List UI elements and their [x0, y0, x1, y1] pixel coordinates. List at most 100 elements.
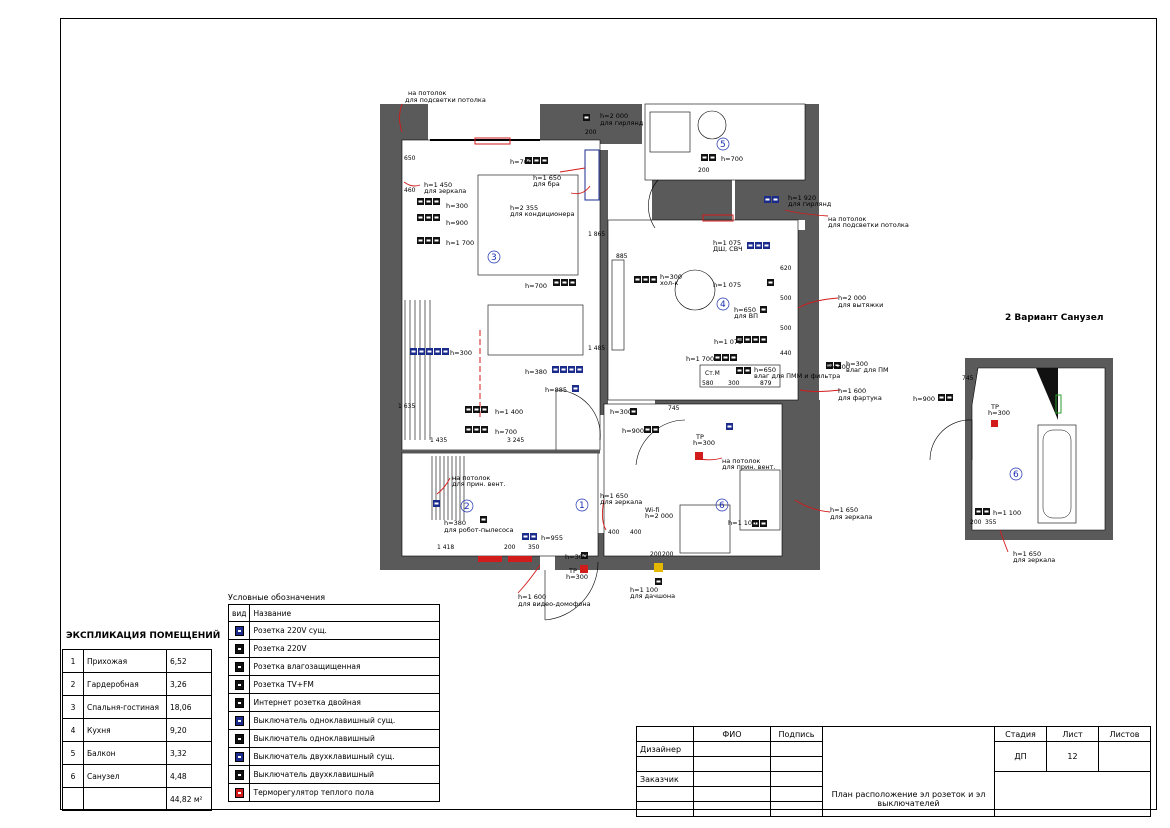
svg-text:1: 1: [579, 501, 585, 511]
svg-text:200: 200: [650, 551, 662, 558]
svg-text:1 635: 1 635: [398, 403, 415, 410]
total-area: 44,82 м²: [166, 787, 212, 811]
svg-text:200: 200: [662, 551, 674, 558]
legend-col-name: Название: [249, 604, 440, 622]
svg-text:для зеркала: для зеркала: [424, 187, 466, 195]
svg-text:1 418: 1 418: [437, 544, 454, 551]
stamp-stage-value: ДП: [994, 741, 1047, 772]
svg-text:745: 745: [962, 375, 974, 382]
svg-text:для ВП: для ВП: [734, 312, 758, 320]
svg-text:h=300: h=300: [565, 553, 587, 561]
legend-item: Терморегулятор теплого пола: [249, 783, 440, 802]
svg-text:для кондиционера: для кондиционера: [510, 210, 574, 218]
svg-text:440: 440: [780, 350, 792, 357]
svg-text:h=300: h=300: [828, 363, 850, 371]
waterproof-socket-icon: [234, 661, 244, 672]
svg-text:460: 460: [404, 187, 416, 194]
svg-text:для дачшона: для дачшона: [630, 592, 675, 600]
svg-text:для бра: для бра: [533, 180, 560, 188]
svg-text:3 245: 3 245: [507, 437, 524, 444]
svg-text:h=900: h=900: [446, 219, 468, 227]
table-row: 3 Спальня-гостиная 18,06: [62, 695, 212, 719]
table-row: 5 Балкон 3,32: [62, 741, 212, 765]
svg-text:для робот-пылесоса: для робот-пылесоса: [444, 526, 514, 534]
stamp-designer: Дизайнер: [636, 741, 694, 757]
switch-icon: [234, 733, 244, 744]
variant-bathroom: 2 Вариант Санузел 6 h=900 ТР h=300 h=1 1…: [913, 313, 1113, 564]
svg-text:хол-к: хол-к: [660, 279, 678, 287]
svg-text:h=1 700: h=1 700: [446, 239, 474, 247]
svg-text:для вытяжки: для вытяжки: [838, 301, 883, 309]
svg-text:885: 885: [616, 253, 628, 260]
svg-text:для зеркала: для зеркала: [600, 498, 642, 506]
svg-text:h=700: h=700: [495, 428, 517, 436]
stamp-sheets: Листов: [1098, 726, 1151, 742]
svg-text:355: 355: [985, 519, 997, 526]
svg-text:200: 200: [585, 129, 597, 136]
svg-text:для гирлянд: для гирлянд: [600, 119, 644, 127]
svg-text:для зеркала: для зеркала: [830, 513, 872, 521]
svg-text:для подсветки потолка: для подсветки потолка: [828, 221, 909, 229]
svg-text:h=300: h=300: [450, 349, 472, 357]
svg-text:200: 200: [970, 519, 982, 526]
svg-text:влаг для ПМ: влаг для ПМ: [846, 366, 889, 374]
svg-text:1 865: 1 865: [588, 231, 605, 238]
stamp-sheet: Лист: [1046, 726, 1099, 742]
legend-item: Розетка 220V: [249, 639, 440, 658]
svg-text:для зеркала: для зеркала: [1013, 556, 1055, 564]
svg-text:h=1 075: h=1 075: [714, 338, 742, 346]
legend-item: Розетка влагозащищенная: [249, 657, 440, 676]
svg-text:h=1 700: h=1 700: [686, 355, 714, 363]
svg-text:580: 580: [702, 380, 714, 387]
svg-text:h=300: h=300: [566, 573, 588, 581]
svg-text:6: 6: [1013, 470, 1019, 480]
svg-text:200: 200: [504, 544, 516, 551]
svg-text:h=900: h=900: [913, 395, 935, 403]
legend-item: Выключатель двухклавишный: [249, 765, 440, 784]
svg-text:для прин. вент.: для прин. вент.: [722, 463, 776, 471]
svg-text:для гирлянд: для гирлянд: [788, 200, 832, 208]
svg-text:650: 650: [404, 155, 416, 162]
table-row: 1 Прихожая 6,52: [62, 649, 212, 673]
svg-text:h=1 100: h=1 100: [728, 519, 756, 527]
svg-text:для подсветки потолка: для подсветки потолка: [405, 96, 486, 104]
svg-text:6: 6: [719, 501, 725, 511]
svg-text:h=380: h=380: [525, 368, 547, 376]
explication-title: ЭКСПЛИКАЦИЯ ПОМЕЩЕНИЙ: [66, 631, 221, 641]
svg-text:h=955: h=955: [541, 534, 563, 542]
svg-text:500: 500: [780, 325, 792, 332]
svg-text:200: 200: [698, 167, 710, 174]
stamp-fio: ФИО: [693, 726, 771, 742]
socket-icon: [234, 643, 244, 654]
svg-text:2 Вариант Санузел: 2 Вариант Санузел: [1005, 313, 1103, 323]
svg-text:h=2 000: h=2 000: [645, 512, 673, 520]
table-row: 44,82 м²: [62, 787, 212, 811]
svg-text:для видео-домофона: для видео-домофона: [518, 600, 591, 608]
svg-text:Ст.М: Ст.М: [705, 370, 720, 377]
stamp-sign: Подпись: [770, 726, 823, 742]
table-row: 6 Санузел 4,48: [62, 764, 212, 788]
svg-text:h=300: h=300: [988, 409, 1010, 417]
svg-text:4: 4: [720, 300, 726, 310]
sheet-title: План расположение эл розеток и эл выключ…: [822, 726, 995, 817]
svg-text:h=885: h=885: [545, 386, 567, 394]
svg-text:h=300: h=300: [446, 202, 468, 210]
svg-text:350: 350: [528, 544, 540, 551]
svg-text:400: 400: [608, 529, 620, 536]
thermostat-icon: [234, 787, 244, 798]
svg-text:для прин. вент.: для прин. вент.: [452, 480, 506, 488]
legend-table: вид Название Розетка 220V сущ. Розетка 22…: [227, 604, 440, 802]
svg-text:2: 2: [464, 502, 470, 512]
double-switch-icon: [234, 769, 244, 780]
svg-text:для фартука: для фартука: [838, 394, 882, 402]
svg-text:745: 745: [668, 405, 680, 412]
svg-text:h=700: h=700: [721, 155, 743, 163]
stamp-stage: Стадия: [994, 726, 1047, 742]
svg-text:h=300: h=300: [610, 408, 632, 416]
svg-text:1 435: 1 435: [430, 437, 447, 444]
stamp-sheet-value: 12: [1046, 741, 1099, 772]
legend-item: Выключатель одноклавишный сущ.: [249, 711, 440, 730]
svg-text:ДШ, СВЧ: ДШ, СВЧ: [713, 245, 743, 253]
svg-text:h=1 100: h=1 100: [993, 509, 1021, 517]
tv-socket-icon: [234, 679, 244, 690]
